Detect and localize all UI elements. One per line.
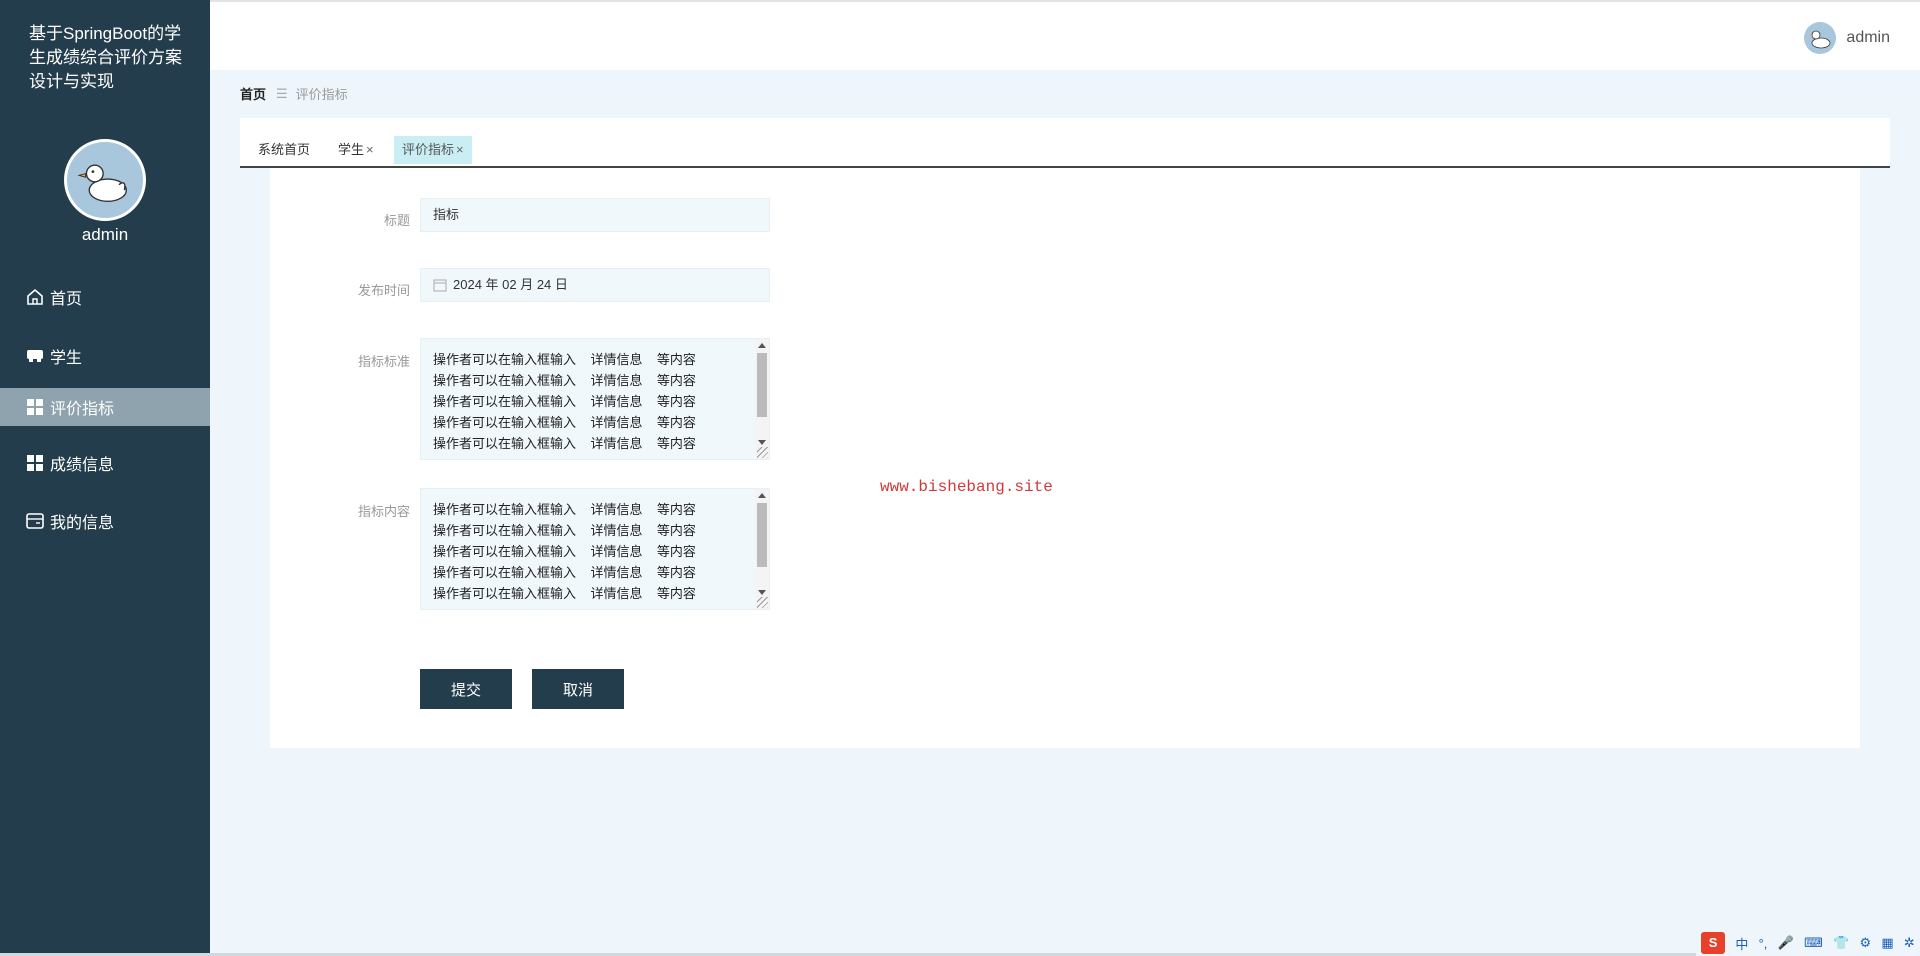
app-title: 基于SpringBoot的学生成绩综合评价方案设计与实现 [29,24,182,91]
scroll-up-icon[interactable] [758,343,766,348]
sidebar-item-my-info[interactable]: 我的信息 [0,502,210,540]
microphone-icon[interactable]: 🎤 [1778,935,1794,951]
textarea-line: 操作者可以在输入框输入 详情信息 等内容 [433,544,696,559]
toolbox-icon[interactable]: ▦ [1881,935,1893,951]
title-input[interactable]: 指标 [420,198,770,232]
breadcrumb-home[interactable]: 首页 [240,84,266,103]
avatar [1804,22,1837,54]
avatar[interactable] [64,139,146,221]
cancel-button[interactable]: 取消 [532,669,624,709]
breadcrumb-current: 评价指标 [295,87,348,102]
standard-label: 指标标准 [357,354,410,369]
settings-icon[interactable]: ⚙ [1859,935,1871,951]
watermark-text: www.bishebang.site [880,478,1053,496]
scroll-down-icon[interactable] [758,590,766,595]
tab-label: 学生 [338,142,365,157]
grid-icon [24,396,46,418]
system-tray: S 中 °, 🎤 ⌨ 👕 ⚙ ▦ ✲ [1696,930,1920,956]
form-card: 标题 指标 发布时间 2024 年 02 月 24 日 指标标准 操作者可以在输… [270,168,1860,748]
sidebar-item-label: 我的信息 [50,515,115,532]
textarea-line: 操作者可以在输入框输入 详情信息 等内容 [433,373,696,388]
scroll-down-icon[interactable] [758,440,766,445]
sidebar-item-label: 成绩信息 [50,457,115,474]
sidebar-item-home[interactable]: 首页 [0,278,210,316]
punctuation-icon[interactable]: °, [1759,936,1768,951]
close-icon[interactable]: × [366,142,374,157]
home-icon [24,286,46,308]
breadcrumb: 首页 ☰ 评价指标 [240,84,348,103]
top-header: admin [210,0,1920,70]
sidebar: 基于SpringBoot的学生成绩综合评价方案设计与实现 admin 首页 学生 [0,0,210,956]
textarea-line: 操作者可以在输入框输入 详情信息 等内容 [433,586,696,601]
tab-evaluation-index[interactable]: 评价指标 × [394,136,472,164]
content-label: 指标内容 [357,504,410,519]
date-value: 2024 年 02 月 24 日 [453,277,568,292]
card-icon [24,510,46,532]
sidebar-username: admin [81,225,129,244]
calendar-icon [433,278,447,292]
resize-grip-icon[interactable] [757,597,768,608]
tab-bar: 系统首页 学生 × 评价指标 × [240,118,1890,168]
language-indicator[interactable]: 中 [1735,934,1748,953]
sidebar-item-students[interactable]: 学生 [0,337,210,375]
sidebar-item-grades[interactable]: 成绩信息 [0,444,210,482]
content-textarea[interactable]: 操作者可以在输入框输入 详情信息 等内容 操作者可以在输入框输入 详情信息 等内… [420,488,770,610]
scrollbar[interactable] [755,339,769,459]
tab-label: 评价指标 [402,142,455,157]
tab-label: 系统首页 [258,142,311,157]
textarea-line: 操作者可以在输入框输入 详情信息 等内容 [433,502,696,517]
header-user-menu[interactable]: admin [1804,22,1890,54]
scrollbar[interactable] [755,489,769,609]
textarea-line: 操作者可以在输入框输入 详情信息 等内容 [433,436,696,451]
resize-grip-icon[interactable] [757,447,768,458]
duck-avatar-icon [1809,30,1831,49]
sidebar-item-label: 首页 [50,291,83,308]
sidebar-item-label: 评价指标 [50,401,115,418]
tab-system-home[interactable]: 系统首页 [250,136,318,164]
publish-date-input[interactable]: 2024 年 02 月 24 日 [420,268,770,302]
textarea-line: 操作者可以在输入框输入 详情信息 等内容 [433,565,696,580]
sidebar-item-evaluation-index[interactable]: 评价指标 [0,388,210,426]
tab-students[interactable]: 学生 × [330,136,382,164]
grid-icon [24,452,46,474]
header-username: admin [1846,29,1890,46]
textarea-line: 操作者可以在输入框输入 详情信息 等内容 [433,394,696,409]
submit-button[interactable]: 提交 [420,669,512,709]
close-icon[interactable]: × [456,142,464,157]
textarea-line: 操作者可以在输入框输入 详情信息 等内容 [433,415,696,430]
title-label: 标题 [383,213,410,228]
skin-icon[interactable]: 👕 [1833,935,1849,951]
menu-lines-icon: ☰ [276,85,288,101]
more-icon[interactable]: ✲ [1904,935,1915,951]
scroll-up-icon[interactable] [758,493,766,498]
publish-date-label: 发布时间 [357,283,410,298]
sidebar-item-label: 学生 [50,350,83,367]
textarea-line: 操作者可以在输入框输入 详情信息 等内容 [433,523,696,538]
keyboard-icon[interactable]: ⌨ [1804,935,1823,951]
standard-textarea[interactable]: 操作者可以在输入框输入 详情信息 等内容 操作者可以在输入框输入 详情信息 等内… [420,338,770,460]
scroll-thumb[interactable] [757,353,767,417]
duck-avatar-icon [77,164,128,203]
textarea-line: 操作者可以在输入框输入 详情信息 等内容 [433,352,696,367]
ime-logo-icon[interactable]: S [1701,932,1726,954]
student-icon [24,345,46,367]
scroll-thumb[interactable] [757,503,767,567]
